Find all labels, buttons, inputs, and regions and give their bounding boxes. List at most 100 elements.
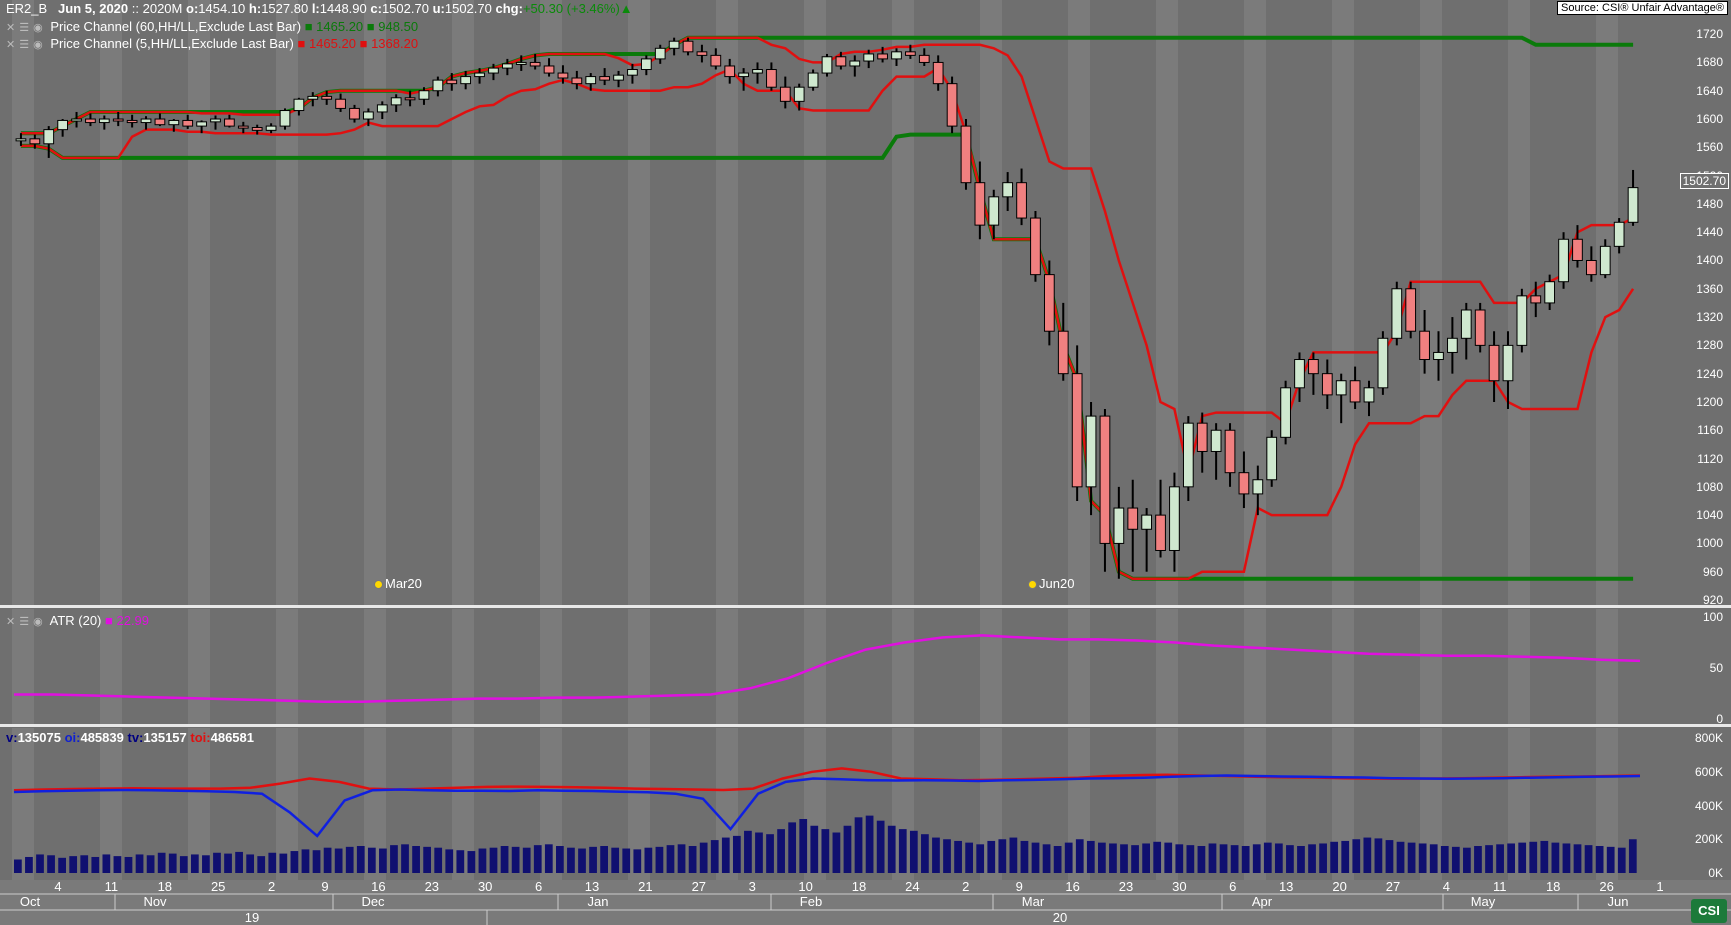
contract-label: :: 2020M: [131, 1, 183, 16]
pc60-legend[interactable]: ✕ ☰ ◉ Price Channel (60,HH/LL,Exclude Last…: [6, 19, 418, 34]
atr-chart[interactable]: [0, 609, 1731, 724]
volume-bar: [390, 845, 398, 873]
volume-bar: [423, 846, 432, 873]
chg-label: chg:: [495, 1, 523, 16]
candle-body: [668, 40, 680, 49]
pc5-label: Price Channel (5,HH/LL,Exclude Last Bar): [50, 36, 294, 51]
close-icon[interactable]: ✕: [6, 616, 15, 628]
candle-body: [1599, 245, 1611, 276]
settings-icon[interactable]: ☰: [19, 39, 29, 51]
day-tick-label: 6: [534, 879, 543, 894]
time-band: [1508, 609, 1530, 724]
time-band: [452, 0, 474, 605]
volume-bar: [102, 854, 111, 873]
pc60-v2: 948.50: [378, 19, 419, 34]
price-tick-label: 1080: [1696, 479, 1723, 494]
time-axis[interactable]: CSI 4 11 18 25 2 9 16 23 30 6 13 21 27 3 10 18 24 2 9 16 23 3…: [0, 879, 1731, 925]
candle-body: [710, 54, 722, 67]
u-value: 1502.70: [444, 1, 492, 16]
candle-body: [140, 118, 152, 124]
close-value: 1502.70: [381, 1, 429, 16]
time-band: [188, 609, 210, 724]
candle-body: [1002, 182, 1014, 198]
year-tick-label: 20: [1052, 910, 1068, 925]
volume-bar: [190, 854, 199, 873]
volume-axis[interactable]: 800K 600K 400K 200K 0K: [1673, 728, 1731, 880]
candle-body: [529, 61, 541, 67]
volume-pane[interactable]: v:135075 oi:485839 tv:135157 toi:486581 …: [0, 728, 1731, 880]
settings-icon[interactable]: ☰: [19, 22, 29, 34]
candle-body: [488, 67, 499, 74]
volume-bar: [14, 859, 22, 873]
volume-bar: [744, 830, 752, 873]
candle-body: [29, 138, 41, 145]
marker-label: Mar20: [385, 576, 422, 591]
volume-bar: [522, 847, 531, 873]
atr-axis[interactable]: 100 50 0: [1673, 609, 1731, 726]
time-band: [1244, 0, 1266, 605]
volume-bar: [1363, 837, 1372, 873]
volume-bar: [533, 845, 542, 873]
candle-body: [1502, 344, 1514, 382]
candle: [1057, 302, 1069, 381]
candle-body: [654, 47, 666, 60]
volume-bar: [58, 857, 66, 873]
visibility-icon[interactable]: ◉: [33, 39, 43, 51]
price-chart[interactable]: [0, 0, 1731, 605]
pane-divider[interactable]: [0, 724, 1731, 727]
time-band: [1332, 609, 1354, 724]
marker-jun20[interactable]: Jun20: [1028, 576, 1074, 591]
volume-bar: [246, 854, 255, 873]
candle: [349, 104, 360, 123]
volume-bar: [1086, 840, 1095, 873]
day-tick-label: 18: [851, 879, 867, 894]
candle: [1377, 331, 1389, 395]
close-icon[interactable]: ✕: [6, 22, 15, 34]
visibility-icon[interactable]: ◉: [33, 616, 43, 628]
marker-mar20[interactable]: Mar20: [374, 576, 422, 591]
month-tick-label: Jan: [587, 894, 609, 909]
atr-legend[interactable]: ✕ ☰ ◉ ATR (20) ■ 22.99: [6, 613, 149, 628]
volume-bar: [467, 851, 476, 873]
volume-bar: [1507, 843, 1516, 873]
volume-bar: [135, 854, 144, 873]
volume-bar: [699, 842, 708, 873]
chart-header: ER2_B Jun 5, 2020 :: 2020M o:1454.10 h:1…: [6, 1, 633, 16]
candle: [960, 119, 972, 190]
candle: [1016, 168, 1027, 226]
day-tick-label: 13: [1278, 879, 1294, 894]
volume-legend: v:135075 oi:485839 tv:135157 toi:486581: [6, 730, 254, 745]
day-tick-label: 23: [424, 879, 440, 894]
candle: [599, 68, 611, 86]
volume-bar: [589, 846, 597, 873]
candle-body: [251, 127, 263, 131]
volume-bar: [146, 855, 155, 873]
volume-bar: [1053, 846, 1062, 873]
price-pane[interactable]: ER2_B Jun 5, 2020 :: 2020M o:1454.10 h:1…: [0, 0, 1731, 607]
day-tick-label: 2: [962, 879, 970, 894]
pc5-legend[interactable]: ✕ ☰ ◉ Price Channel (5,HH/LL,Exclude Last …: [6, 36, 418, 51]
atr-pane[interactable]: ✕ ☰ ◉ ATR (20) ■ 22.99 100 50 0: [0, 609, 1731, 726]
candle-body: [112, 118, 124, 122]
pane-divider[interactable]: [0, 605, 1731, 608]
volume-bar: [854, 817, 863, 873]
candle: [1391, 281, 1403, 346]
volume-bar: [544, 844, 553, 873]
volume-bar: [69, 856, 78, 873]
volume-chart[interactable]: [0, 728, 1731, 880]
time-band: [12, 0, 34, 605]
volume-bar: [1595, 846, 1604, 873]
volume-bar: [1109, 843, 1117, 873]
volume-bar: [124, 856, 133, 873]
day-tick-label: 13: [584, 879, 600, 894]
settings-icon[interactable]: ☰: [19, 616, 29, 628]
candle-body: [1488, 344, 1500, 382]
candle: [1141, 508, 1153, 572]
close-icon[interactable]: ✕: [6, 39, 15, 51]
symbol-label[interactable]: ER2_B: [6, 1, 47, 16]
volume-tick-label: 800K: [1694, 731, 1723, 745]
volume-bar: [80, 855, 89, 873]
candle: [335, 93, 346, 112]
visibility-icon[interactable]: ◉: [33, 22, 43, 34]
price-axis[interactable]: 1720168016401600156015201480144014001360…: [1673, 0, 1731, 607]
